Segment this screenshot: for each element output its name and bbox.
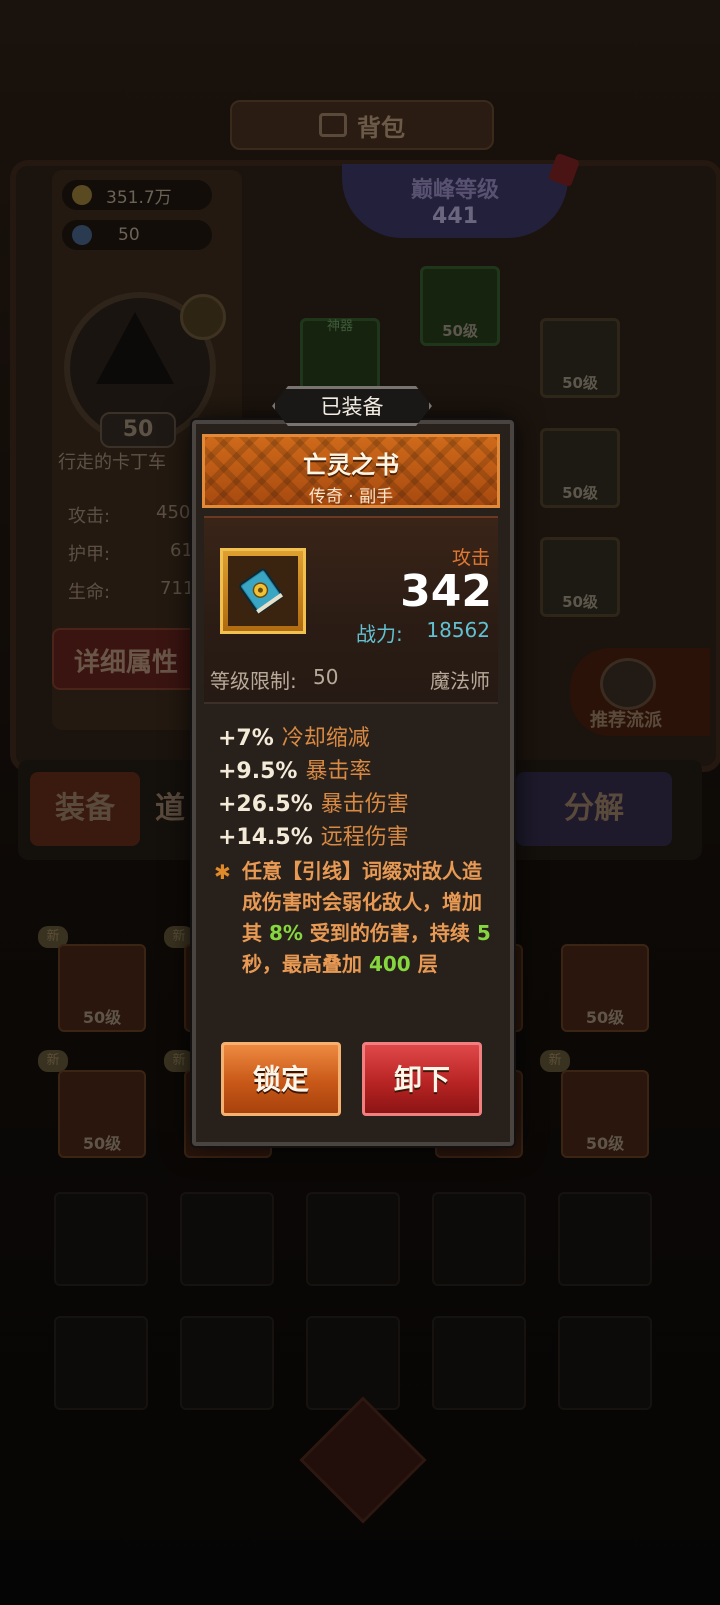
inventory-slot-level: 50级 [82, 1008, 122, 1027]
gear-slot-weapon[interactable]: 50级 [420, 266, 500, 346]
bonus-stat-name: 远程伤害 [320, 825, 409, 850]
health-stat-value: 711 [160, 578, 195, 599]
lock-button[interactable]: 锁定 [221, 1042, 341, 1116]
attack-value: 342 [400, 566, 492, 617]
empty-inventory-slot[interactable] [432, 1192, 526, 1286]
item-title-banner: 亡灵之书 传奇 · 副手 [202, 434, 500, 508]
gold-amount: 351.7万 [106, 187, 172, 208]
gold-coin-icon [72, 185, 92, 205]
weaken-percent: 8% [268, 921, 303, 945]
armor-stat-value: 61 [170, 540, 193, 561]
bonus-stat-name: 暴击伤害 [320, 792, 409, 817]
inventory-slot[interactable]: 50级 [561, 944, 649, 1032]
empty-inventory-slot[interactable] [306, 1316, 400, 1410]
tab-items[interactable]: 道 [150, 772, 190, 846]
empty-inventory-slot[interactable] [558, 1192, 652, 1286]
gem-counter: 50 [62, 220, 212, 250]
class-restriction: 魔法师 [430, 669, 490, 693]
empty-inventory-slot[interactable] [54, 1316, 148, 1410]
peak-level-value: 441 [432, 204, 478, 229]
recommend-build-button[interactable]: 推荐流派 [570, 648, 710, 736]
level-requirement-label: 等级限制: [210, 669, 297, 693]
max-stacks: 400 [368, 952, 411, 976]
attack-stat-label: 攻击: [68, 506, 111, 527]
peak-level-badge[interactable]: 巅峰等级 441 [342, 164, 568, 238]
avatar-swap-icon[interactable] [180, 294, 226, 340]
special-effect-part: 受到的伤害，持续 [309, 921, 470, 945]
gear-slot-level: 50级 [562, 484, 598, 502]
backpack-header: 背包 [230, 100, 494, 150]
inventory-slot[interactable]: 50级 [58, 1070, 146, 1158]
empty-inventory-slot[interactable] [306, 1192, 400, 1286]
peak-level-label: 巅峰等级 [410, 178, 499, 203]
gear-slot-ring[interactable]: 50级 [540, 428, 620, 508]
empty-inventory-slot[interactable] [54, 1192, 148, 1286]
bonus-stat-value: +9.5% [218, 759, 298, 784]
empty-inventory-slot[interactable] [558, 1316, 652, 1410]
new-item-tag: 新 [164, 1050, 194, 1072]
gear-slot-level: 50级 [442, 322, 478, 340]
bonus-stat-row: +14.5% 远程伤害 [218, 819, 409, 850]
inventory-slot[interactable]: 50级 [561, 1070, 649, 1158]
bonus-stat-value: +26.5% [218, 792, 313, 817]
special-effect-text: 任意【引线】词缀对敌人造成伤害时会弱化敌人，增加其 8% 受到的伤害，持续 5 … [242, 856, 494, 980]
duration-seconds: 5 [476, 921, 491, 945]
necro-book-icon [239, 568, 284, 614]
backpack-title: 背包 [357, 113, 405, 142]
new-item-tag: 新 [38, 1050, 68, 1072]
unequip-button[interactable]: 卸下 [362, 1042, 482, 1116]
item-rarity-slot: 传奇 · 副手 [308, 487, 394, 507]
stats-divider [204, 702, 498, 704]
tab-equipment[interactable]: 装备 [30, 772, 140, 846]
empty-inventory-slot[interactable] [432, 1316, 526, 1410]
inventory-slot-level: 50级 [82, 1134, 122, 1153]
combat-power-value: 18562 [426, 618, 490, 642]
health-stat-label: 生命: [68, 582, 111, 603]
thumbs-up-icon [600, 658, 656, 710]
combat-power-label: 战力: [356, 622, 403, 646]
detail-attributes-label: 详细属性 [74, 648, 179, 678]
gear-slot-offhand[interactable]: 50级 [540, 537, 620, 617]
gem-amount: 50 [118, 225, 140, 245]
empty-inventory-slot[interactable] [180, 1316, 274, 1410]
new-item-tag: 新 [540, 1050, 570, 1072]
bonus-stat-row: +9.5% 暴击率 [218, 753, 372, 784]
special-effect-part: 秒，最高叠加 [242, 952, 362, 976]
bonus-stat-name: 暴击率 [305, 759, 372, 784]
backpack-icon [319, 113, 347, 137]
bonus-stat-name: 冷却缩减 [281, 726, 370, 751]
bonus-stat-value: +7% [218, 726, 274, 751]
gear-slot-level: 50级 [562, 593, 598, 611]
character-name: 行走的卡丁车 [58, 452, 166, 473]
gear-slot-level: 50级 [562, 374, 598, 392]
equipped-tag: 已装备 [272, 386, 432, 426]
gold-counter: 351.7万 [62, 180, 212, 210]
inventory-slot[interactable]: 50级 [58, 944, 146, 1032]
inventory-slot-level: 50级 [585, 1008, 625, 1027]
special-effect-part: 层 [417, 952, 438, 976]
artifact-tag: 神器 [326, 319, 353, 334]
bonus-stat-row: +26.5% 暴击伤害 [218, 786, 409, 817]
item-name: 亡灵之书 [303, 451, 399, 479]
gear-slot-necklace[interactable]: 50级 [540, 318, 620, 398]
empty-inventory-slot[interactable] [180, 1192, 274, 1286]
special-effect-star-icon: ✱ [214, 860, 231, 884]
level-requirement-value: 50 [313, 665, 339, 689]
attack-stat-value: 450 [156, 502, 191, 523]
tab-decompose[interactable]: 分解 [516, 772, 672, 846]
inventory-slot-level: 50级 [585, 1134, 625, 1153]
recommend-build-label: 推荐流派 [590, 710, 662, 731]
gem-icon [72, 225, 92, 245]
armor-stat-label: 护甲: [68, 544, 111, 565]
bonus-stat-value: +14.5% [218, 825, 313, 850]
avatar-level-badge: 50 [100, 412, 176, 448]
bonus-stat-row: +7% 冷却缩减 [218, 720, 370, 751]
